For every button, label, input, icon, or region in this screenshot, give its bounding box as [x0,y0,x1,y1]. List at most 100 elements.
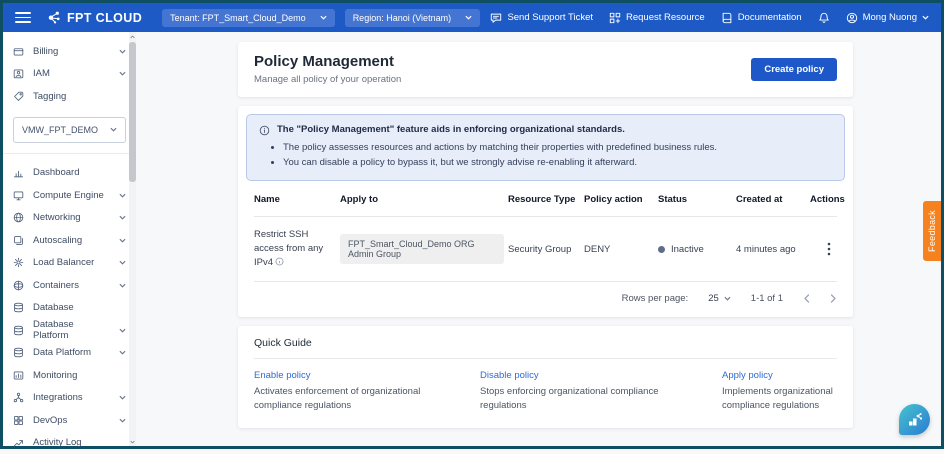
sidebar-scrollbar-thumb[interactable] [129,42,136,182]
sidebar-item-integrations[interactable]: Integrations [3,387,136,410]
support-ticket-icon [490,12,502,24]
sidebar-item-label: Compute Engine [33,190,104,201]
status-badge: Inactive [671,244,704,255]
info-banner-bullet: The policy assesses resources and action… [283,140,832,155]
chevron-down-icon [119,71,126,76]
quick-guide-card: Quick Guide Enable policy Activates enfo… [238,326,853,429]
sidebar-item-label: Billing [33,46,58,57]
chevron-down-icon [922,15,929,20]
sidebar-item-tagging[interactable]: Tagging [3,85,136,108]
enable-policy-link[interactable]: Enable policy [254,370,464,381]
feedback-tab[interactable]: Feedback [923,201,941,261]
user-menu[interactable]: Mong Nuong [846,12,929,24]
sidebar-item-label: Integrations [33,392,83,403]
sidebar-item-label: Data Platform [33,347,91,358]
sidebar-item-label: Containers [33,280,79,291]
sidebar-item-label: Activity Log [33,437,82,448]
sidebar-item-activity-log[interactable]: Activity Log [3,432,136,454]
resource-type-value: Security Group [508,233,584,266]
sidebar-item-label: Tagging [33,91,66,102]
send-support-ticket-link[interactable]: Send Support Ticket [490,12,593,24]
sidebar-item-monitoring[interactable]: Monitoring [3,364,136,387]
chevron-down-icon [119,238,126,243]
chat-assistant-button[interactable] [899,404,930,435]
autoscaling-icon [13,235,25,246]
networking-icon [13,212,25,223]
sidebar-item-label: DevOps [33,415,67,426]
previous-page-icon[interactable] [803,294,810,303]
user-avatar-icon [846,12,858,24]
sidebar: Billing IAM Tagging VMW_FPT_DEMO Dashboa… [3,32,136,446]
table-row[interactable]: Restrict SSH access from any IPv4 FPT_Sm… [254,217,837,281]
notifications-button[interactable] [818,12,830,24]
sidebar-item-database-platform[interactable]: Database Platform [3,319,136,342]
sidebar-item-containers[interactable]: Containers [3,274,136,297]
sidebar-item-data-platform[interactable]: Data Platform [3,342,136,365]
sidebar-item-iam[interactable]: IAM [3,63,136,86]
tag-icon [13,91,25,102]
request-resource-link[interactable]: Request Resource [609,12,705,24]
tenant-label: Tenant: FPT_Smart_Cloud_Demo [170,13,306,23]
chevron-down-icon [119,193,126,198]
sidebar-item-label: Monitoring [33,370,77,381]
region-label: Region: Hanoi (Vietnam) [353,13,451,23]
sidebar-scrollbar-track[interactable] [129,32,136,446]
column-header-status: Status [658,181,736,216]
created-at-value: 4 minutes ago [736,233,810,266]
logo-text: FPT CLOUD [67,11,142,25]
region-selector[interactable]: Region: Hanoi (Vietnam) [345,9,480,27]
sidebar-item-autoscaling[interactable]: Autoscaling [3,229,136,252]
vpc-selector[interactable]: VMW_FPT_DEMO [13,117,126,143]
policy-name: Restrict SSH access from any IPv4 [254,229,323,268]
page-header-card: Policy Management Manage all policy of y… [238,42,853,97]
scroll-down-icon[interactable] [129,437,136,446]
chevron-down-icon [119,395,126,400]
documentation-icon [721,12,733,24]
disable-policy-description: Stops enforcing organizational complianc… [480,385,706,414]
sidebar-item-devops[interactable]: DevOps [3,409,136,432]
rows-per-page-select[interactable]: 25 [708,293,731,304]
request-resource-icon [609,12,621,24]
sidebar-item-billing[interactable]: Billing [3,40,136,63]
fpt-cloud-logo[interactable]: FPT CLOUD [47,10,142,25]
data-platform-icon [13,347,25,358]
billing-icon [13,46,25,57]
column-header-name: Name [254,181,340,216]
next-page-icon[interactable] [830,294,837,303]
info-icon[interactable] [275,257,284,266]
apply-policy-link[interactable]: Apply policy [722,370,837,381]
documentation-link[interactable]: Documentation [721,12,802,24]
sidebar-item-networking[interactable]: Networking [3,207,136,230]
load-balancer-icon [13,257,25,268]
sidebar-item-load-balancer[interactable]: Load Balancer [3,252,136,275]
sidebar-item-dashboard[interactable]: Dashboard [3,162,136,185]
tenant-selector[interactable]: Tenant: FPT_Smart_Cloud_Demo [162,9,335,27]
rows-per-page-label: Rows per page: [622,293,689,304]
quick-guide-item: Apply policy Implements organizational c… [722,370,837,414]
rows-per-page-value: 25 [708,293,719,304]
chevron-down-icon [119,283,126,288]
main-area: Policy Management Manage all policy of y… [136,32,941,446]
column-header-resource-type: Resource Type [508,181,584,216]
user-name: Mong Nuong [863,12,917,23]
integrations-icon [13,392,25,403]
disable-policy-link[interactable]: Disable policy [480,370,706,381]
chevron-down-icon [119,418,126,423]
policy-table-card: The "Policy Management" feature aids in … [238,106,853,317]
row-actions-kebab-icon[interactable] [823,240,835,258]
hamburger-menu-icon[interactable] [15,12,31,22]
chevron-down-icon [320,15,327,20]
sidebar-item-label: Dashboard [33,167,79,178]
sidebar-item-database[interactable]: Database [3,297,136,320]
create-policy-button[interactable]: Create policy [751,58,837,81]
sidebar-item-compute-engine[interactable]: Compute Engine [3,184,136,207]
column-header-apply-to: Apply to [340,181,508,216]
molecule-logo-icon [47,10,62,25]
chevron-down-icon [110,127,117,132]
quick-guide-title: Quick Guide [254,337,837,359]
policy-action-value: DENY [584,233,658,266]
devops-icon [13,415,25,426]
monitoring-icon [13,370,25,381]
database-icon [13,302,25,313]
scroll-up-icon[interactable] [129,32,136,41]
